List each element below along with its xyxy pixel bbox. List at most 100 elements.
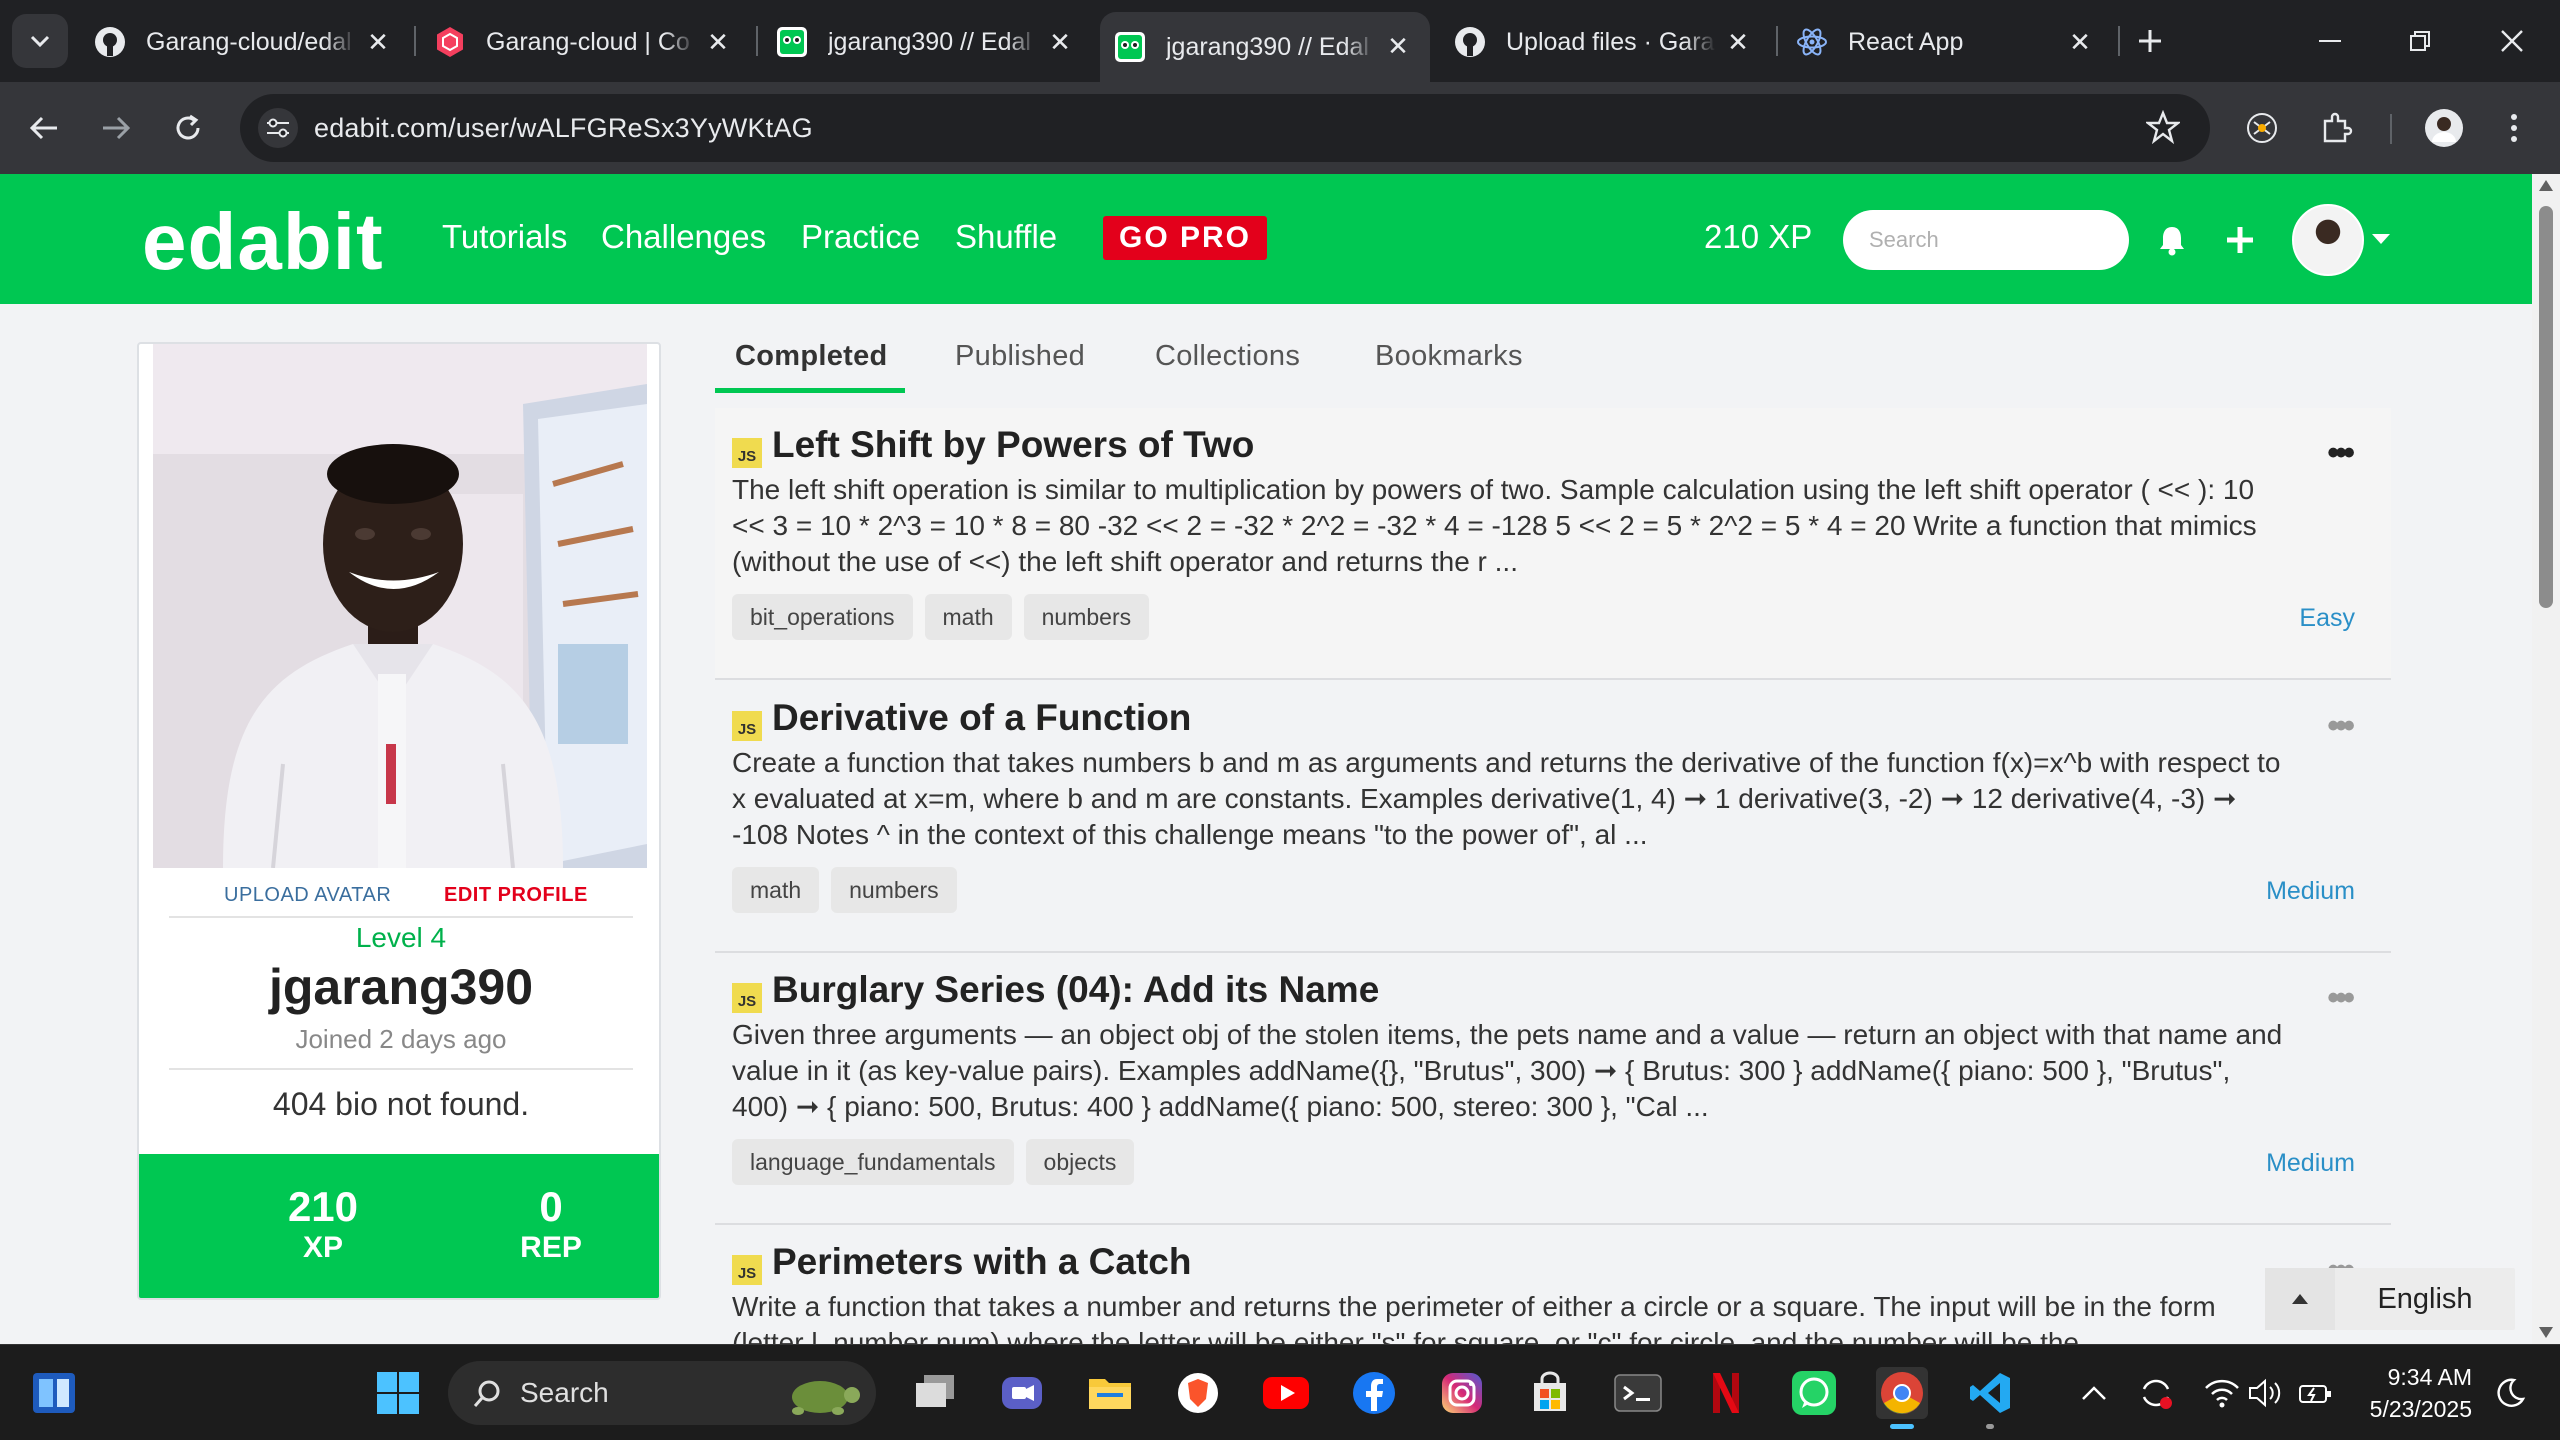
chevron-up-icon[interactable] [2068,1367,2120,1419]
sync-icon[interactable] [2130,1367,2182,1419]
browser-tab-1[interactable]: Garang-cloud/edal ✕ [80,14,410,70]
tag[interactable]: math [732,867,820,913]
tag[interactable]: math [924,594,1012,640]
challenge-card[interactable]: JS Perimeters with a Catch ••• Write a f… [715,1225,2391,1344]
quiet-hours-moon-icon[interactable] [2484,1367,2536,1419]
edabit-icon [1114,31,1146,63]
scroll-up-arrow[interactable] [2539,180,2553,191]
site-header: edabit Tutorials Challenges Practice Shu… [0,174,2532,304]
taskbar-search[interactable]: Search [448,1361,876,1425]
more-options-icon[interactable]: ••• [2327,707,2355,746]
extension-icon[interactable] [2238,104,2286,152]
back-button[interactable] [18,102,70,154]
netflix-icon[interactable] [1700,1367,1752,1419]
close-window-button[interactable] [2482,14,2542,68]
browser-tab-3[interactable]: jgarang390 // Edal ✕ [762,14,1092,70]
tag[interactable]: bit_operations [732,594,913,640]
more-options-icon[interactable]: ••• [2327,979,2355,1018]
tag[interactable]: objects [1025,1139,1135,1185]
plus-icon[interactable] [2218,218,2262,262]
nav-tutorials-link[interactable]: Tutorials [442,218,567,256]
close-tab-icon[interactable]: ✕ [1384,32,1412,60]
browser-tab-2[interactable]: Garang-cloud | Co ✕ [420,14,750,70]
chrome-icon[interactable] [1876,1367,1928,1429]
restore-button[interactable] [2390,14,2450,68]
challenge-card[interactable]: JS Derivative of a Function ••• Create a… [715,681,2391,953]
battery-charging-icon[interactable] [2290,1367,2342,1419]
bell-icon[interactable] [2150,218,2194,262]
tab-collections[interactable]: Collections [1155,340,1300,373]
profile-photo [153,344,647,868]
profile-avatar-icon[interactable] [2420,104,2468,152]
nav-shuffle-link[interactable]: Shuffle [955,218,1057,256]
rep-value: 0 [539,1183,563,1230]
site-search-input[interactable] [1843,210,2129,270]
tab-bookmarks[interactable]: Bookmarks [1375,340,1523,373]
terminal-icon[interactable] [1612,1367,1664,1419]
widgets-icon[interactable] [28,1367,80,1419]
extensions-puzzle-icon[interactable] [2312,104,2360,152]
edit-profile-link[interactable]: EDIT PROFILE [444,884,588,907]
windows-start-icon[interactable] [372,1367,424,1419]
close-tab-icon[interactable]: ✕ [704,28,732,56]
challenge-title[interactable]: Burglary Series (04): Add its Name [772,969,1379,1011]
forward-button[interactable] [90,102,142,154]
address-bar[interactable]: edabit.com/user/wALFGReSx3YyWKtAG [240,94,2210,162]
challenge-tags: language_fundamentals objects [732,1139,1135,1185]
vscode-icon[interactable] [1964,1367,2016,1429]
edabit-logo[interactable]: edabit [142,196,384,288]
browser-tab-5[interactable]: Upload files · Garan ✕ [1440,14,1770,70]
volume-icon[interactable] [2240,1367,2292,1419]
tab-title: Garang-cloud/edal [146,27,352,56]
user-avatar[interactable] [2292,204,2364,276]
teams-chat-icon[interactable] [996,1367,1048,1419]
scrollbar-thumb[interactable] [2539,206,2553,608]
bookmark-star-icon[interactable] [2144,109,2182,149]
task-view-icon[interactable] [910,1367,962,1419]
close-tab-icon[interactable]: ✕ [364,28,392,56]
challenge-title[interactable]: Derivative of a Function [772,697,1191,739]
language-label[interactable]: English [2335,1268,2515,1330]
go-pro-button[interactable]: GO PRO [1103,216,1267,260]
close-tab-icon[interactable]: ✕ [1724,28,1752,56]
microsoft-store-icon[interactable] [1524,1367,1576,1419]
tag[interactable]: language_fundamentals [732,1139,1014,1185]
upload-avatar-link[interactable]: UPLOAD AVATAR [224,884,391,907]
caret-up-icon[interactable] [2265,1268,2335,1330]
minimize-button[interactable] [2300,14,2360,68]
system-clock[interactable]: 9:34 AM 5/23/2025 [2362,1361,2472,1425]
chrome-menu-icon[interactable] [2490,104,2538,152]
close-tab-icon[interactable]: ✕ [2066,28,2094,56]
browser-tab-4-active[interactable]: jgarang390 // Edal ✕ [1100,12,1430,82]
more-options-icon[interactable]: ••• [2327,434,2355,473]
challenge-title[interactable]: Left Shift by Powers of Two [772,424,1254,466]
challenge-description: Write a function that takes a number and… [732,1291,2216,1344]
language-selector[interactable]: English [2265,1268,2515,1330]
page-scrollbar[interactable] [2532,174,2560,1344]
scroll-down-arrow[interactable] [2539,1327,2553,1338]
tag[interactable]: numbers [1023,594,1150,640]
tag[interactable]: numbers [831,867,957,913]
instagram-icon[interactable] [1436,1367,1488,1419]
file-explorer-icon[interactable] [1084,1367,1136,1419]
brave-browser-icon[interactable] [1172,1367,1224,1419]
rep-label: REP [520,1231,582,1264]
site-info-button[interactable] [258,108,298,148]
whatsapp-icon[interactable] [1788,1367,1840,1419]
caret-down-icon[interactable] [2372,234,2390,244]
reload-button[interactable] [162,102,214,154]
browser-tab-6[interactable]: React App ✕ [1782,14,2112,70]
tab-search-button[interactable] [12,14,68,68]
challenge-card[interactable]: JS Burglary Series (04): Add its Name ••… [715,953,2391,1225]
facebook-icon[interactable] [1348,1367,1400,1419]
challenge-title[interactable]: Perimeters with a Catch [772,1241,1191,1283]
new-tab-button[interactable] [2120,14,2180,68]
tab-published[interactable]: Published [955,340,1085,373]
youtube-icon[interactable] [1260,1367,1312,1419]
nav-challenges-link[interactable]: Challenges [601,218,766,256]
nav-practice-link[interactable]: Practice [801,218,920,256]
tab-completed[interactable]: Completed [735,340,888,373]
user-level: Level 4 [355,922,447,953]
challenge-card[interactable]: JS Left Shift by Powers of Two ••• The l… [715,408,2391,680]
close-tab-icon[interactable]: ✕ [1046,28,1074,56]
